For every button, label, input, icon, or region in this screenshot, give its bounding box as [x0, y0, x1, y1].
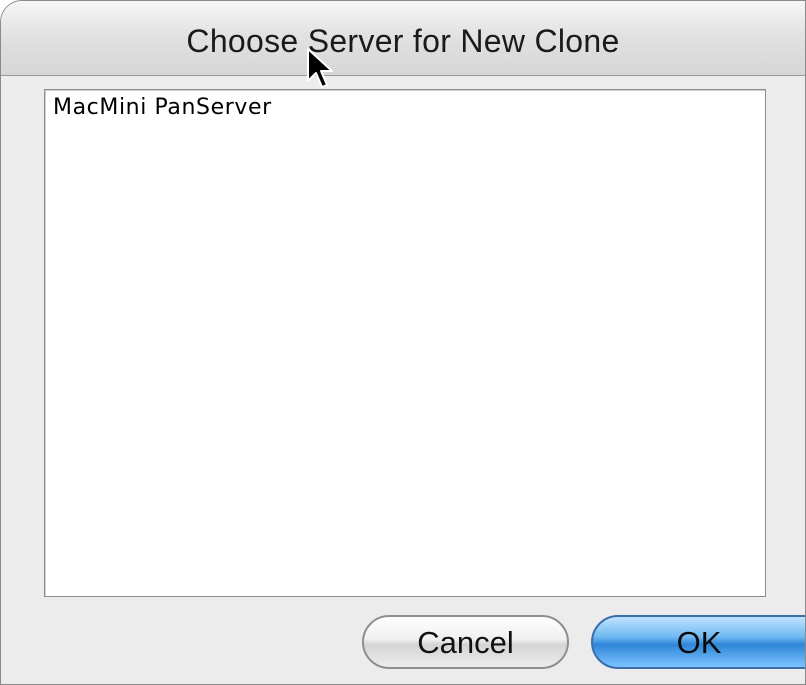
ok-button[interactable]: OK — [591, 615, 805, 669]
arrow-cursor-icon — [307, 48, 333, 88]
dialog-title: Choose Server for New Clone — [186, 23, 620, 59]
server-list[interactable]: MacMini PanServer — [44, 89, 766, 597]
cancel-button[interactable]: Cancel — [362, 615, 569, 669]
choose-server-dialog: Choose Server for New Clone MacMini PanS… — [0, 0, 806, 685]
server-list-item[interactable]: MacMini PanServer — [45, 90, 765, 125]
dialog-titlebar[interactable]: Choose Server for New Clone — [1, 1, 805, 76]
